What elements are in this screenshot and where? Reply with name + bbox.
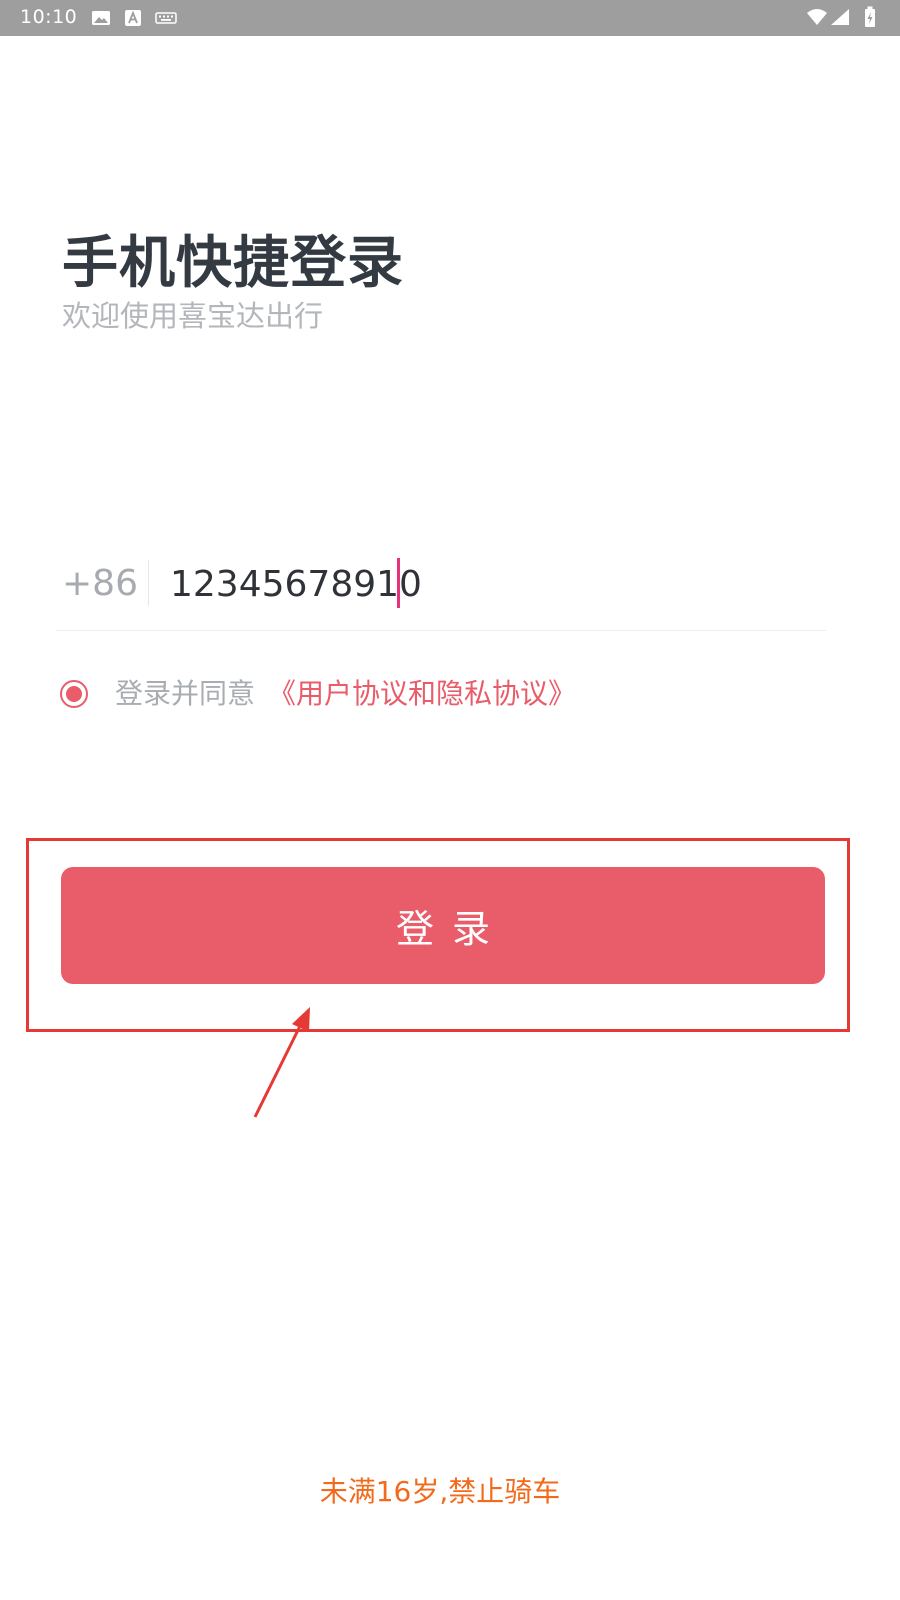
text-caret (397, 558, 400, 608)
status-bar: 10:10 (0, 0, 900, 36)
page-title: 手机快捷登录 (62, 231, 404, 296)
age-warning: 未满16岁,禁止骑车 (319, 1475, 561, 1508)
annotation-highlight-box (26, 838, 850, 1032)
phone-input[interactable] (170, 558, 810, 612)
input-underline (56, 630, 826, 631)
wifi-icon (807, 9, 827, 25)
annotation-arrow-icon (253, 1007, 310, 1118)
keyboard-icon (155, 12, 177, 24)
status-time: 10:10 (20, 6, 78, 28)
agreement-radio[interactable] (60, 680, 88, 708)
image-icon (92, 11, 110, 25)
signal-icon (831, 9, 849, 25)
battery-icon (865, 6, 875, 27)
page-subtitle: 欢迎使用喜宝达出行 (62, 299, 324, 333)
a-icon (125, 10, 141, 26)
country-code-divider (148, 560, 149, 606)
agreement-prefix: 登录并同意 (115, 677, 256, 710)
agreement-link[interactable]: 《用户协议和隐私协议》 (268, 674, 576, 714)
country-code[interactable]: +86 (62, 560, 138, 608)
